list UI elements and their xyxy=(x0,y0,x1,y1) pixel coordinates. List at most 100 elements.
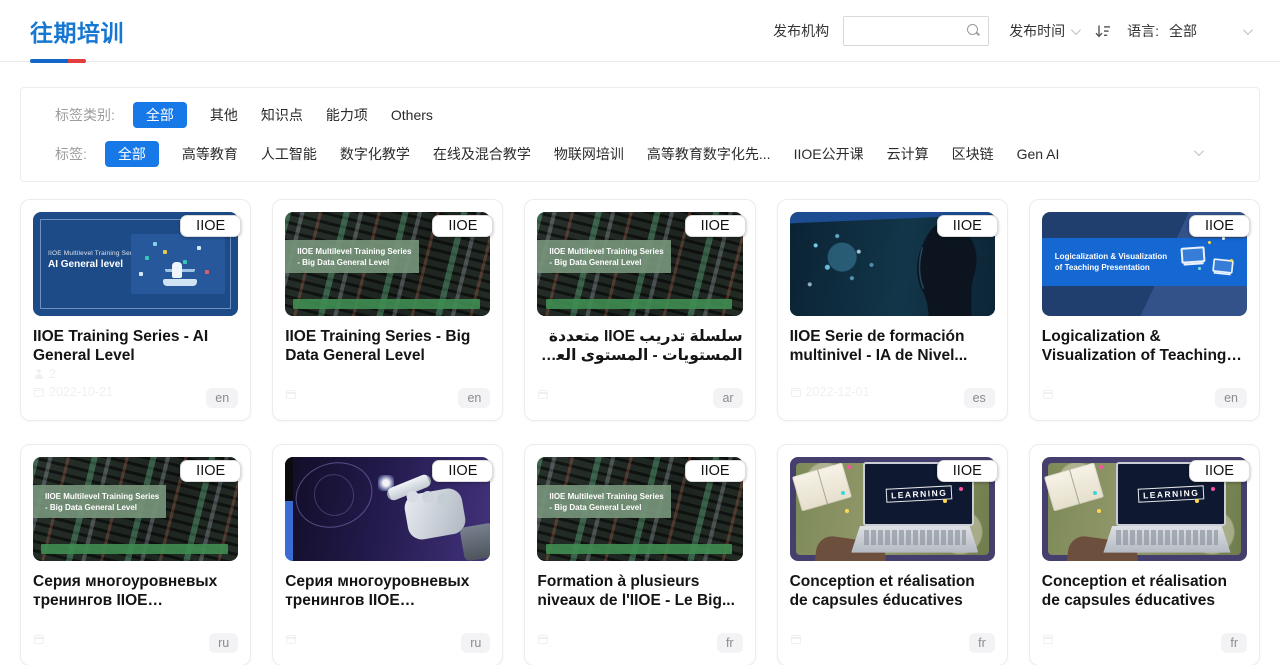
tag-chip[interactable]: 物联网培训 xyxy=(554,143,624,165)
thumbnail-caption-line1: IIOE Multilevel Training Series xyxy=(48,250,141,257)
tag-chip-list: 全部 高等教育 人工智能 数字化教学 在线及混合教学 物联网培训 高等教育数字化先... II… xyxy=(105,141,1060,167)
training-card[interactable]: IIOE Серия многоуровневых тренингов IIOE… xyxy=(272,444,503,665)
decor-strip xyxy=(285,501,293,561)
publish-time-label: 发布时间 xyxy=(1009,21,1065,41)
laptop-icon xyxy=(1212,258,1234,274)
tag-chip[interactable]: 在线及混合教学 xyxy=(433,143,531,165)
iioe-badge: IIOE xyxy=(685,460,746,482)
calendar-icon xyxy=(1043,390,1053,399)
thumbnail-caption: IIOE Multilevel Training Series AI Gener… xyxy=(48,250,141,270)
thumbnail-wrap: IIOE Multilevel Training Series - Big Da… xyxy=(537,457,742,561)
category-filter-row: 标签类别: 全部 其他 知识点 能力项 Others xyxy=(55,102,1225,128)
calendar-icon xyxy=(538,390,548,399)
publisher-search xyxy=(843,16,989,46)
thumbnail-caption: IIOE Multilevel Training Series - Big Da… xyxy=(537,240,670,273)
tag-chip[interactable]: 区块链 xyxy=(952,143,994,165)
language-badge: ru xyxy=(461,633,490,653)
thumbnail-caption-line2: AI General level xyxy=(48,259,141,270)
publisher-label: 发布机构 xyxy=(773,21,829,41)
publish-date: 2022-12-01 xyxy=(806,385,870,399)
decor-green-bar xyxy=(546,299,733,308)
laptop-keyboard xyxy=(1103,526,1230,553)
thumbnail-caption-line1: IIOE Multilevel Training Series xyxy=(549,492,670,501)
publish-time-sort[interactable]: 发布时间 xyxy=(1009,21,1078,41)
thumbnail-caption: IIOE Multilevel Training Series - Big Da… xyxy=(537,485,670,518)
category-chip[interactable]: 能力项 xyxy=(326,104,368,126)
category-chip-list: 全部 其他 知识点 能力项 Others xyxy=(133,102,433,128)
screen-text: LEARNING xyxy=(885,486,952,503)
training-card[interactable]: LEARNING IIOE Conception et réalisation … xyxy=(777,444,1008,665)
laptop-icon xyxy=(1180,247,1205,265)
robot-palm xyxy=(403,486,468,541)
card-title: IIOE Training Series - AI General Level xyxy=(33,327,238,365)
thumbnail-caption-line2: of Teaching Presentation xyxy=(1055,262,1167,273)
thumbnail-caption: IIOE Multilevel Training Series - Big Da… xyxy=(285,240,418,273)
tag-chip[interactable]: Gen AI xyxy=(1017,143,1060,165)
iioe-badge: IIOE xyxy=(432,460,493,482)
calendar-icon xyxy=(286,635,296,644)
card-date-meta xyxy=(791,635,806,644)
category-chip[interactable]: 全部 xyxy=(133,102,187,128)
iioe-badge: IIOE xyxy=(1189,460,1250,482)
thumbnail-wrap: Logicalization & Visualization of Teachi… xyxy=(1042,212,1247,316)
card-enrollment-meta: 2 xyxy=(34,367,56,381)
training-card[interactable]: IIOE Multilevel Training Series - Big Da… xyxy=(20,444,251,665)
training-card[interactable]: IIOE Multilevel Training Series - Big Da… xyxy=(524,444,755,665)
decor-green-bar xyxy=(293,299,480,308)
page-title: 往期培训 xyxy=(30,14,124,48)
training-card[interactable]: LEARNING IIOE Conception et réalisation … xyxy=(1029,444,1260,665)
chevron-down-icon xyxy=(1243,25,1253,35)
sort-order-icon[interactable] xyxy=(1094,24,1111,39)
language-badge: ru xyxy=(209,633,238,653)
iioe-badge: IIOE xyxy=(937,215,998,237)
tag-chip[interactable]: 高等教育 xyxy=(182,143,238,165)
thumbnail-wrap: IIOE xyxy=(285,457,490,561)
training-card[interactable]: IIOE Multilevel Training Series AI Gener… xyxy=(20,199,251,421)
thumbnail-wrap: IIOE Multilevel Training Series - Big Da… xyxy=(537,212,742,316)
card-date-meta: 2022-10-21 xyxy=(34,385,113,399)
language-badge: en xyxy=(206,388,238,408)
training-card[interactable]: IIOE Multilevel Training Series - Big Da… xyxy=(272,199,503,421)
user-icon xyxy=(34,369,44,379)
header-divider xyxy=(0,61,1280,62)
training-card[interactable]: IIOE IIOE Serie de formación multinivel … xyxy=(777,199,1008,421)
tag-chip[interactable]: 云计算 xyxy=(887,143,929,165)
training-card[interactable]: Logicalization & Visualization of Teachi… xyxy=(1029,199,1260,421)
thumbnail-wrap: IIOE Multilevel Training Series - Big Da… xyxy=(285,212,490,316)
category-chip[interactable]: Others xyxy=(391,104,433,126)
card-date-meta xyxy=(286,635,301,644)
decor-dots xyxy=(145,256,149,260)
thumbnail-caption-line2: - Big Data General Level xyxy=(297,258,418,267)
tag-chip[interactable]: 数字化教学 xyxy=(340,143,410,165)
calendar-icon xyxy=(538,635,548,644)
card-title: IIOE Serie de formación multinivel - IA … xyxy=(790,327,995,365)
language-badge: fr xyxy=(717,633,743,653)
tag-chip[interactable]: 人工智能 xyxy=(261,143,317,165)
iioe-badge: IIOE xyxy=(685,215,746,237)
category-label: 标签类别: xyxy=(55,105,115,125)
calendar-icon xyxy=(791,388,801,397)
search-icon[interactable] xyxy=(967,24,980,37)
training-card[interactable]: IIOE Multilevel Training Series - Big Da… xyxy=(524,199,755,421)
thumbnail-caption-line2: - Big Data General Level xyxy=(549,258,670,267)
thumbnail-wrap: LEARNING IIOE xyxy=(1042,457,1247,561)
decor-strip xyxy=(285,457,293,501)
category-chip[interactable]: 其他 xyxy=(210,104,238,126)
tag-chip[interactable]: IIOE公开课 xyxy=(794,143,864,165)
tags-expand-button[interactable] xyxy=(1194,143,1201,161)
thumbnail-wrap: IIOE Multilevel Training Series - Big Da… xyxy=(33,457,238,561)
thumbnail-wrap: IIOE xyxy=(790,212,995,316)
thumbnail-caption-line1: IIOE Multilevel Training Series xyxy=(297,247,418,256)
language-select[interactable]: 语言: 全部 xyxy=(1127,21,1250,41)
toolbar: 发布机构 发布时间 语言: 全部 xyxy=(773,16,1250,46)
card-title: سلسلة تدريب IIOE متعددة المستويات - المس… xyxy=(537,327,742,365)
tag-chip[interactable]: 高等教育数字化先... xyxy=(647,143,771,165)
enrollment-count: 2 xyxy=(49,367,56,381)
laptop-keyboard xyxy=(851,526,978,553)
category-chip[interactable]: 知识点 xyxy=(261,104,303,126)
calendar-icon xyxy=(34,388,44,397)
tag-chip[interactable]: 全部 xyxy=(105,141,159,167)
digital-brain-dots xyxy=(798,222,896,300)
screen-text: LEARNING xyxy=(1138,486,1205,503)
iioe-badge: IIOE xyxy=(937,460,998,482)
